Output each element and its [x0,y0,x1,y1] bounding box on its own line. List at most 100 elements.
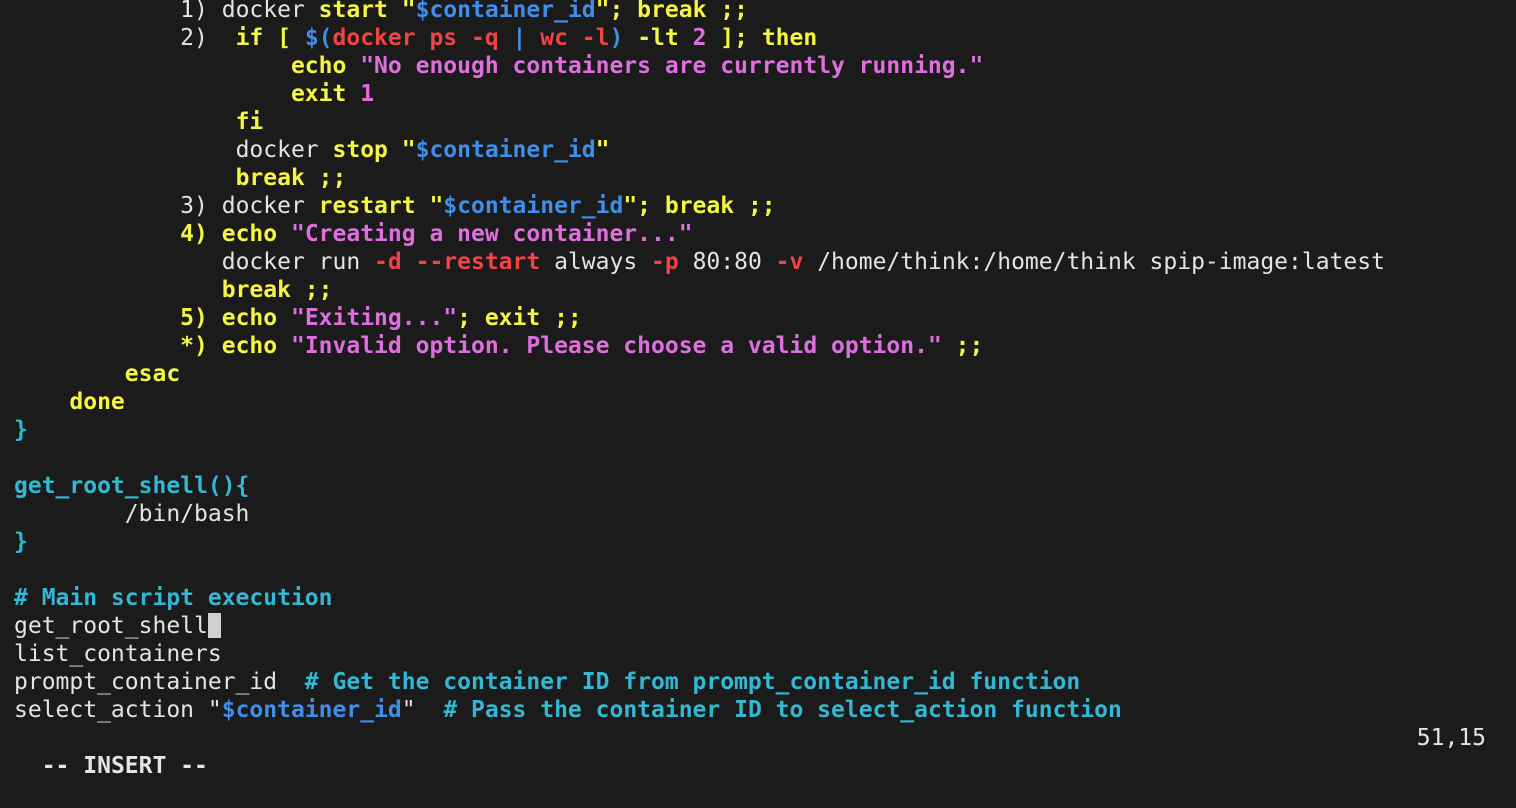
code-token: # Pass the container ID to select_action… [443,697,1122,723]
code-token: if [ [235,25,305,51]
text-cursor [207,613,221,638]
code-token: "Exiting..." [290,305,458,331]
code-line[interactable]: /bin/bash [14,500,1516,528]
code-token: $container_id [443,193,624,219]
code-line[interactable]: break ;; [14,164,1516,192]
code-token: echo [221,221,291,247]
code-line[interactable] [14,556,1516,584]
code-token: 3) [180,193,222,219]
code-token: stop [332,137,402,163]
code-line[interactable]: exit 1 [14,80,1516,108]
code-token: $( [304,25,333,51]
code-token: " [595,0,610,23]
code-token: 2 [692,25,707,51]
code-token: ]; then [706,25,818,51]
code-token: " [207,697,222,723]
code-token: exit [290,81,361,107]
cursor-position: 51,15 [1416,725,1486,751]
code-line[interactable]: 3) docker restart "$container_id"; break… [14,192,1516,220]
code-token: | [512,25,541,51]
code-token: # Get the container ID from prompt_conta… [304,669,1081,695]
code-token: ) [609,25,638,51]
code-line[interactable]: 2) if [ $(docker ps -q | wc -l) -lt 2 ];… [14,24,1516,52]
mode-indicator: -- INSERT -- [41,753,208,779]
code-line[interactable]: } [14,528,1516,556]
code-token: " [595,137,610,163]
code-line[interactable]: get_root_shell [14,612,1516,640]
code-token: /bin/bash [124,501,250,527]
code-token: -v [775,249,818,275]
code-token: select_action [14,697,208,723]
code-token: $container_id [415,0,596,23]
code-token: docker [235,137,333,163]
code-token: $container_id [221,697,402,723]
code-token: "Creating a new container..." [290,221,693,247]
code-line[interactable]: 1) docker start "$container_id"; break ;… [14,0,1516,24]
code-token: *) [180,333,222,359]
code-token: $container_id [415,137,596,163]
code-line[interactable]: fi [14,108,1516,136]
code-token: " [623,193,638,219]
code-token: 1) [180,0,222,23]
code-token: "No enough containers are currently runn… [360,53,984,79]
code-token: # Main script execution [14,585,333,611]
code-token: } [14,529,28,555]
code-token: --restart [415,249,555,275]
code-line[interactable] [14,444,1516,472]
code-token: ; break ;; [609,0,748,23]
code-token: fi [235,109,264,135]
code-token: 80:80 [692,249,776,275]
code-token: esac [124,361,181,387]
code-line[interactable]: *) echo "Invalid option. Please choose a… [14,332,1516,360]
code-line[interactable]: docker stop "$container_id" [14,136,1516,164]
code-editor[interactable]: 1) docker start "$container_id"; break ;… [14,0,1516,724]
code-token: " [401,0,416,23]
status-line: -- INSERT -- 51,15 [14,724,1486,779]
code-token: prompt_container_id [14,669,305,695]
code-line[interactable]: } [14,416,1516,444]
code-token: 5) [180,305,222,331]
code-line[interactable]: done [14,388,1516,416]
code-token: ; break ;; [637,193,776,219]
code-line[interactable]: esac [14,360,1516,388]
code-token: list_containers [14,641,222,667]
code-token: docker [221,193,319,219]
code-token: get_root_shell [14,613,208,639]
code-token: ;; [941,333,984,359]
code-line[interactable]: get_root_shell(){ [14,472,1516,500]
code-line[interactable]: # Main script execution [14,584,1516,612]
code-token: } [14,417,28,443]
code-line[interactable]: prompt_container_id # Get the container … [14,668,1516,696]
code-line[interactable]: 4) echo "Creating a new container..." [14,220,1516,248]
code-token: -d [374,249,416,275]
code-token: " [401,697,416,723]
code-line[interactable]: break ;; [14,276,1516,304]
code-line[interactable]: list_containers [14,640,1516,668]
code-token: always [554,249,652,275]
code-line[interactable]: select_action "$container_id" # Pass the… [14,696,1516,724]
code-line[interactable]: echo "No enough containers are currently… [14,52,1516,80]
code-token: docker run [221,249,375,275]
code-token: echo [221,305,291,331]
code-line[interactable]: 5) echo "Exiting..."; exit ;; [14,304,1516,332]
code-token: 4) [180,221,222,247]
code-token: wc -l [540,25,610,51]
code-token: ; exit ;; [457,305,582,331]
code-line[interactable]: docker run -d --restart always -p 80:80 … [14,248,1516,276]
code-token: docker ps -q [332,25,513,51]
code-token: 1 [360,81,375,107]
code-token: echo [221,333,291,359]
